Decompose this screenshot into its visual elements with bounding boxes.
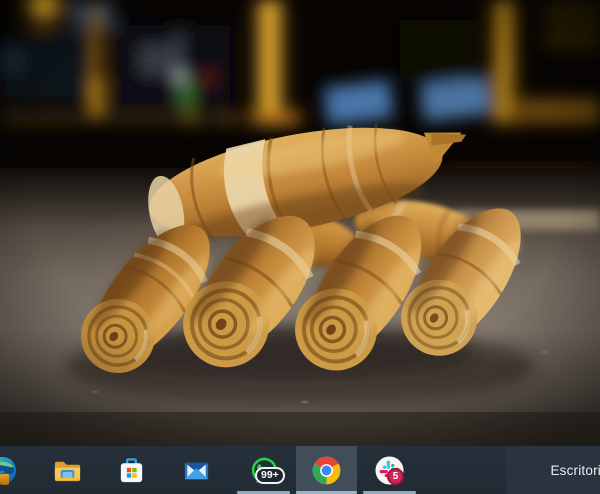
desktop-screen: 99+ [0,0,600,494]
edge-overlay-badge-icon [0,473,9,485]
desktop-toolbar[interactable]: Escritori [506,446,600,494]
taskbar-item-mail[interactable] [166,446,227,494]
taskbar-item-microsoft-store[interactable] [101,446,162,494]
taskbar-item-edge[interactable] [0,446,33,494]
whatsapp-unread-badge: 99+ [255,467,285,484]
taskbar-item-slack[interactable]: 5 [359,446,420,494]
chrome-icon [311,455,342,486]
mail-icon [181,455,212,486]
slack-unread-badge: 5 [387,468,404,485]
taskbar-item-chrome[interactable] [296,446,357,494]
taskbar-item-whatsapp[interactable]: 99+ [233,446,294,494]
wallpaper [0,0,600,446]
desktop-toolbar-label: Escritori [550,463,600,478]
taskbar-item-file-explorer[interactable] [37,446,98,494]
file-explorer-icon [52,455,83,486]
wallpaper-photo [0,0,600,446]
taskbar: 99+ [0,446,600,494]
microsoft-store-icon [116,455,147,486]
